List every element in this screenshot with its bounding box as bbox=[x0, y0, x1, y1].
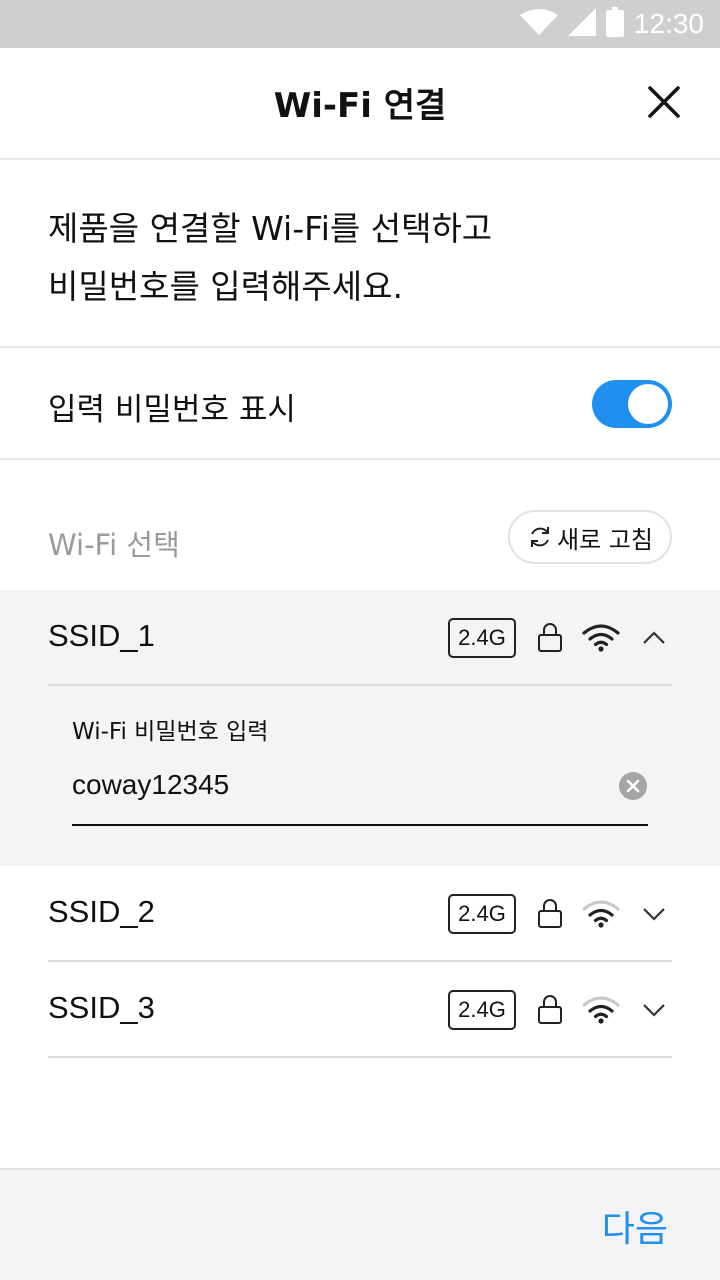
divider bbox=[0, 458, 720, 460]
page-title: Wi-Fi 연결 bbox=[273, 86, 447, 126]
wifi-signal-icon bbox=[582, 900, 620, 928]
ssid-label: SSID_3 bbox=[48, 990, 155, 1025]
row-divider bbox=[48, 684, 672, 686]
header: Wi-Fi 연결 bbox=[0, 48, 720, 160]
refresh-icon bbox=[531, 527, 550, 547]
wifi-signal-icon bbox=[582, 624, 620, 652]
clear-icon bbox=[619, 772, 647, 800]
close-icon bbox=[648, 86, 680, 118]
chevron-down-icon[interactable] bbox=[640, 996, 668, 1024]
battery-icon bbox=[605, 7, 624, 41]
wifi-status-icon bbox=[519, 9, 558, 39]
show-password-label: 입력 비밀번호 표시 bbox=[48, 392, 296, 428]
instruction-line-2: 비밀번호를 입력해주세요. bbox=[48, 267, 403, 306]
status-bar: 12:30 bbox=[0, 0, 720, 48]
instruction-line-1: 제품을 연결할 Wi-Fi를 선택하고 bbox=[48, 209, 493, 248]
band-badge: 2.4G bbox=[448, 894, 516, 934]
refresh-label: 새로 고침 bbox=[557, 525, 653, 554]
refresh-button[interactable]: 새로 고침 bbox=[508, 510, 672, 564]
password-underline bbox=[72, 824, 648, 826]
cellular-signal-icon bbox=[567, 8, 596, 40]
show-password-toggle[interactable] bbox=[592, 380, 672, 428]
password-input[interactable] bbox=[72, 760, 612, 810]
ssid-label: SSID_1 bbox=[48, 618, 155, 653]
lock-icon bbox=[538, 623, 562, 652]
next-button[interactable]: 다음 bbox=[602, 1200, 668, 1252]
ssid-label: SSID_2 bbox=[48, 894, 155, 929]
network-row-ssid-3[interactable]: SSID_3 2.4G bbox=[0, 962, 720, 1057]
lock-icon bbox=[538, 995, 562, 1024]
network-row-ssid-1[interactable]: SSID_1 2.4G bbox=[0, 590, 720, 685]
lock-icon bbox=[538, 899, 562, 928]
wifi-section-label: Wi-Fi 선택 bbox=[48, 528, 180, 562]
instruction-text: 제품을 연결할 Wi-Fi를 선택하고 비밀번호를 입력해주세요. bbox=[48, 200, 688, 316]
close-button[interactable] bbox=[644, 82, 684, 122]
row-divider bbox=[48, 1056, 672, 1058]
toggle-knob bbox=[628, 384, 668, 424]
network-row-ssid-2[interactable]: SSID_2 2.4G bbox=[0, 866, 720, 961]
band-badge: 2.4G bbox=[448, 618, 516, 658]
status-icons: 12:30 bbox=[519, 7, 704, 41]
chevron-down-icon[interactable] bbox=[640, 900, 668, 928]
footer: 다음 bbox=[0, 1168, 720, 1280]
password-label: Wi-Fi 비밀번호 입력 bbox=[72, 719, 269, 745]
chevron-up-icon[interactable] bbox=[640, 624, 668, 652]
wifi-signal-icon bbox=[582, 996, 620, 1024]
clear-button[interactable] bbox=[619, 772, 647, 800]
show-password-row: 입력 비밀번호 표시 bbox=[0, 348, 720, 458]
band-badge: 2.4G bbox=[448, 990, 516, 1030]
status-time: 12:30 bbox=[633, 8, 704, 39]
